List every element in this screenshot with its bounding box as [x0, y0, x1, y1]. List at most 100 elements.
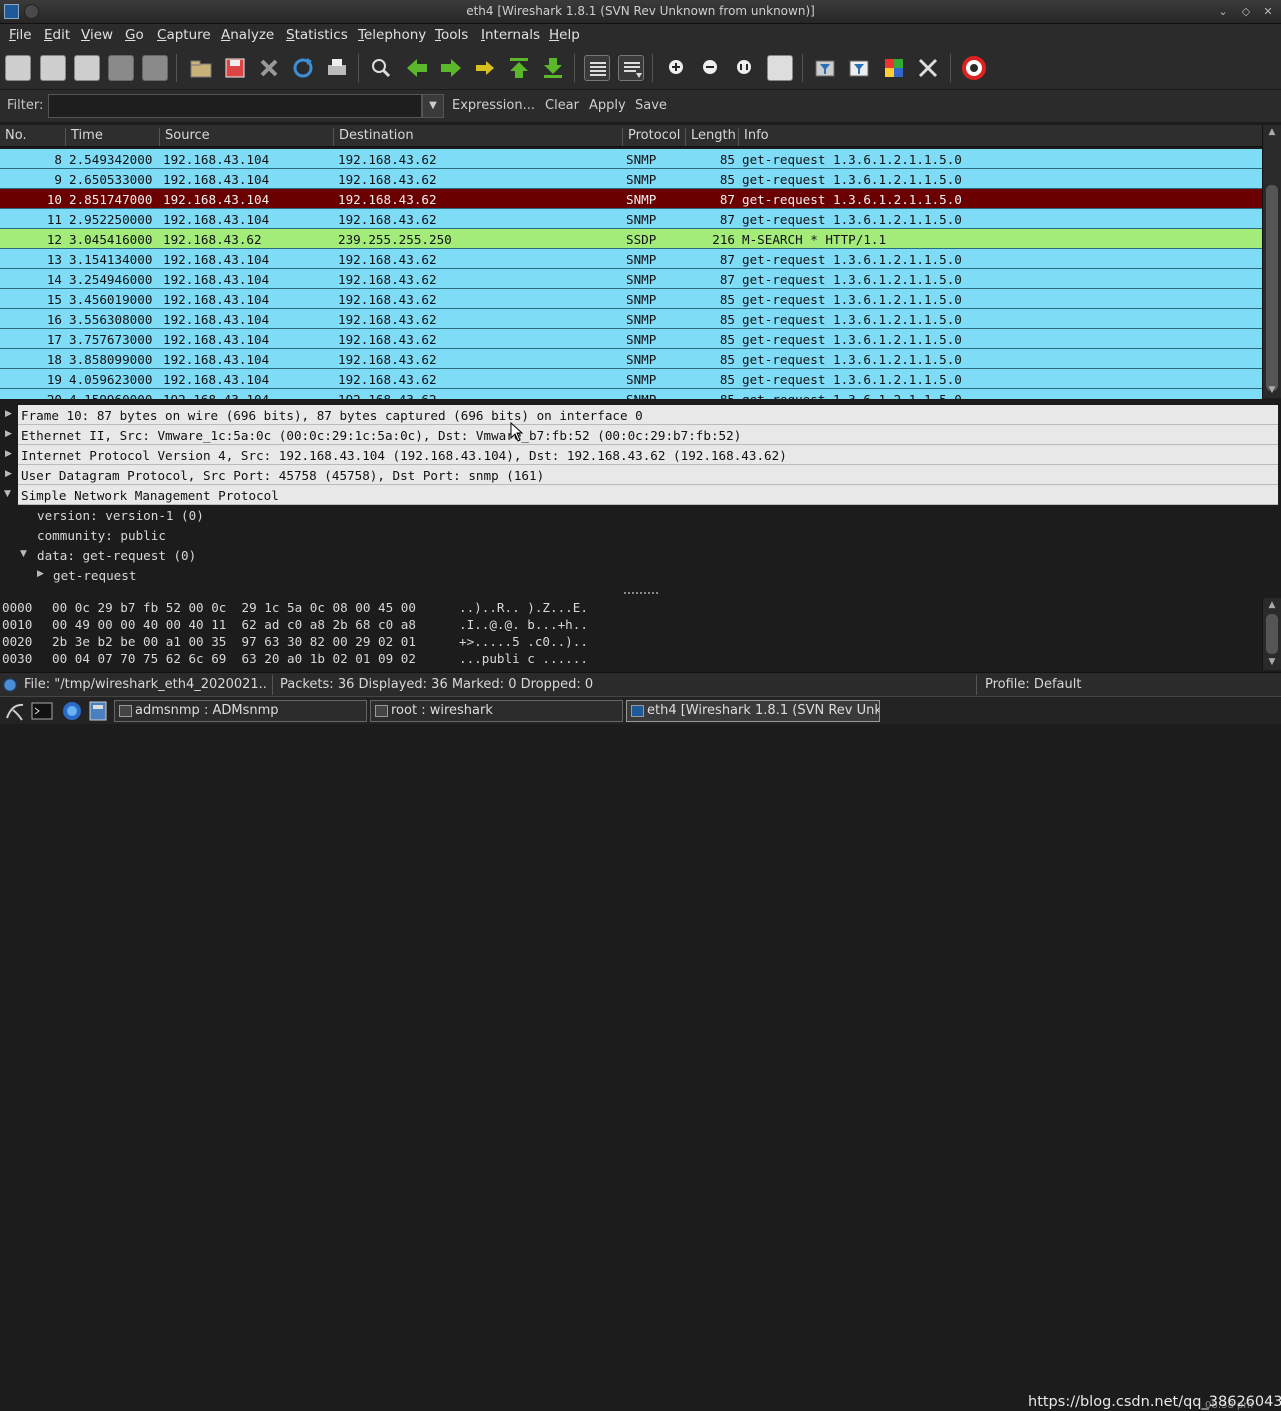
- menu-tools[interactable]: Tools: [435, 27, 468, 43]
- packet-row[interactable]: 13 3.154134000 192.168.43.104 192.168.43.62…: [0, 249, 1262, 269]
- normal-size-icon[interactable]: [731, 55, 757, 81]
- expression-button[interactable]: Expression...: [452, 98, 535, 113]
- col-destination[interactable]: Destination: [333, 128, 414, 146]
- pane-splitter[interactable]: [624, 592, 658, 596]
- minimize-icon[interactable]: ⌄: [1214, 3, 1232, 20]
- colorize-packet-list-icon[interactable]: [584, 55, 610, 81]
- open-file-icon[interactable]: [188, 55, 214, 81]
- close-file-icon[interactable]: [256, 55, 282, 81]
- coloring-rules-icon[interactable]: [881, 55, 907, 81]
- packet-row[interactable]: 10 2.851747000 192.168.43.104 192.168.43.62…: [0, 189, 1262, 209]
- status-profile[interactable]: Profile: Default: [985, 677, 1081, 692]
- stop-capture-icon[interactable]: [108, 55, 134, 81]
- zoom-in-icon[interactable]: [663, 55, 689, 81]
- go-last-packet-icon[interactable]: [540, 55, 566, 81]
- scroll-down-icon[interactable]: ▼: [1263, 655, 1281, 669]
- file-manager-icon[interactable]: [87, 700, 109, 722]
- scroll-thumb[interactable]: [1266, 614, 1278, 654]
- packet-time: 4.059623000: [69, 372, 153, 387]
- packet-list-scrollbar[interactable]: ▲ ▼: [1262, 125, 1281, 398]
- col-time[interactable]: Time: [65, 128, 103, 146]
- collapse-arrow-icon[interactable]: ▼: [4, 489, 11, 499]
- packet-row[interactable]: 17 3.757673000 192.168.43.104 192.168.43.62…: [0, 329, 1262, 349]
- save-filter-button[interactable]: Save: [635, 98, 667, 113]
- save-file-icon[interactable]: [222, 55, 248, 81]
- display-filters-icon[interactable]: [846, 55, 872, 81]
- find-packet-icon[interactable]: [368, 55, 394, 81]
- packet-row[interactable]: 18 3.858099000 192.168.43.104 192.168.43.62…: [0, 349, 1262, 369]
- packet-row[interactable]: 8 2.549342000 192.168.43.104 192.168.43.62 S…: [0, 149, 1262, 169]
- packet-row[interactable]: 19 4.059623000 192.168.43.104 192.168.43.62…: [0, 369, 1262, 389]
- menu-capture[interactable]: Capture: [157, 27, 211, 43]
- packet-row[interactable]: 15 3.456019000 192.168.43.104 192.168.43.62…: [0, 289, 1262, 309]
- detail-ethernet[interactable]: Ethernet II, Src: Vmware_1c:5a:0c (00:0c…: [18, 425, 1278, 445]
- expand-arrow-icon[interactable]: ▶: [5, 449, 12, 459]
- menu-edit[interactable]: Edit: [44, 27, 70, 43]
- terminal-icon[interactable]: [31, 700, 53, 722]
- menu-internals[interactable]: Internals: [481, 27, 540, 43]
- filter-input[interactable]: [48, 94, 422, 118]
- scroll-up-icon[interactable]: ▲: [1263, 598, 1281, 612]
- packet-proto: SNMP: [626, 212, 657, 227]
- packet-row[interactable]: 14 3.254946000 192.168.43.104 192.168.43.62…: [0, 269, 1262, 289]
- packet-row[interactable]: 16 3.556308000 192.168.43.104 192.168.43.62…: [0, 309, 1262, 329]
- expand-arrow-icon[interactable]: ▶: [5, 469, 12, 479]
- detail-udp[interactable]: User Datagram Protocol, Src Port: 45758 …: [18, 465, 1278, 485]
- collapse-arrow-icon[interactable]: ▼: [20, 549, 27, 559]
- packet-row[interactable]: 11 2.952250000 192.168.43.104 192.168.43.62…: [0, 209, 1262, 229]
- help-icon[interactable]: [961, 55, 987, 81]
- menu-help[interactable]: Help: [549, 27, 580, 43]
- scroll-down-icon[interactable]: ▼: [1263, 383, 1281, 397]
- task-admsnmp[interactable]: admsnmp : ADMsnmp: [114, 700, 367, 722]
- menu-telephony[interactable]: Telephony: [358, 27, 426, 43]
- close-icon[interactable]: ✕: [1259, 3, 1277, 20]
- capture-options-icon[interactable]: [40, 55, 66, 81]
- interfaces-icon[interactable]: [5, 55, 31, 81]
- maximize-icon[interactable]: ◇: [1237, 3, 1255, 20]
- col-length[interactable]: Length: [685, 128, 736, 146]
- go-first-packet-icon[interactable]: [506, 55, 532, 81]
- go-back-icon[interactable]: [404, 55, 430, 81]
- task-root-wireshark[interactable]: root : wireshark: [370, 700, 623, 722]
- menu-statistics[interactable]: Statistics: [286, 27, 348, 43]
- expand-arrow-icon[interactable]: ▶: [5, 409, 12, 419]
- go-forward-icon[interactable]: [438, 55, 464, 81]
- apply-button[interactable]: Apply: [589, 98, 626, 113]
- col-info[interactable]: Info: [738, 128, 769, 146]
- detail-snmp[interactable]: Simple Network Management Protocol: [18, 485, 1278, 505]
- print-icon[interactable]: [324, 55, 350, 81]
- preferences-icon[interactable]: [915, 55, 941, 81]
- scroll-up-icon[interactable]: ▲: [1263, 125, 1281, 139]
- zoom-out-icon[interactable]: [697, 55, 723, 81]
- browser-icon[interactable]: [61, 700, 83, 722]
- kali-menu-icon[interactable]: [4, 700, 26, 722]
- restart-capture-icon[interactable]: [142, 55, 168, 81]
- col-protocol[interactable]: Protocol: [622, 128, 680, 146]
- packet-row[interactable]: 20 4.159960000 192.168.43.104 192.168.43.62…: [0, 389, 1262, 399]
- task-eth4-wireshark[interactable]: eth4 [Wireshark 1.8.1 (SVN Rev Unk: [626, 700, 880, 722]
- resize-columns-icon[interactable]: [767, 55, 793, 81]
- col-source[interactable]: Source: [159, 128, 210, 146]
- expand-arrow-icon[interactable]: ▶: [37, 569, 44, 579]
- expert-info-icon[interactable]: [3, 678, 17, 692]
- start-capture-icon[interactable]: [74, 55, 100, 81]
- window-titlebar[interactable]: eth4 [Wireshark 1.8.1 (SVN Rev Unknown f…: [0, 0, 1281, 24]
- clear-button[interactable]: Clear: [545, 98, 579, 113]
- menu-file[interactable]: File: [9, 27, 32, 43]
- scroll-thumb[interactable]: [1266, 185, 1278, 391]
- reload-icon[interactable]: [290, 55, 316, 81]
- detail-frame[interactable]: Frame 10: 87 bytes on wire (696 bits), 8…: [18, 405, 1278, 425]
- detail-ip[interactable]: Internet Protocol Version 4, Src: 192.16…: [18, 445, 1278, 465]
- menu-analyze[interactable]: Analyze: [221, 27, 274, 43]
- expand-arrow-icon[interactable]: ▶: [5, 429, 12, 439]
- menu-go[interactable]: Go: [125, 27, 144, 43]
- auto-scroll-icon[interactable]: [618, 55, 644, 81]
- bytes-scrollbar[interactable]: ▲ ▼: [1262, 598, 1281, 670]
- packet-row[interactable]: 9 2.650533000 192.168.43.104 192.168.43.62 S…: [0, 169, 1262, 189]
- packet-row[interactable]: 12 3.045416000 192.168.43.62 239.255.255.25…: [0, 229, 1262, 249]
- col-no[interactable]: No.: [0, 128, 27, 146]
- filter-dropdown-icon[interactable]: ▼: [422, 94, 444, 118]
- go-to-packet-icon[interactable]: [472, 55, 498, 81]
- capture-filters-icon[interactable]: [812, 55, 838, 81]
- menu-view[interactable]: View: [81, 27, 113, 43]
